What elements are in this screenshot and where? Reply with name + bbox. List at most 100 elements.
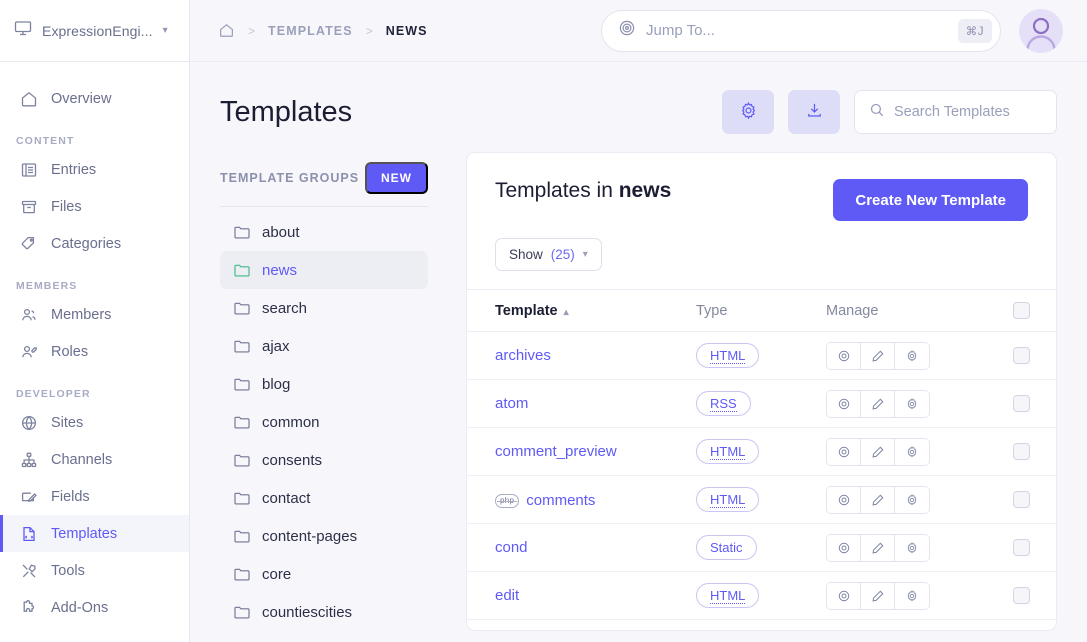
- group-item-contact[interactable]: contact: [220, 479, 428, 517]
- edit-button[interactable]: [861, 582, 895, 609]
- row-checkbox[interactable]: [1012, 491, 1030, 508]
- show-filter-dropdown[interactable]: Show (25) ▾: [495, 238, 602, 271]
- template-link[interactable]: comment_preview: [495, 443, 617, 460]
- row-checkbox[interactable]: [1012, 395, 1030, 412]
- edit-button[interactable]: [861, 534, 895, 561]
- card-title-group: news: [618, 179, 672, 202]
- group-item-consents[interactable]: consents: [220, 441, 428, 479]
- row-checkbox[interactable]: [1012, 587, 1030, 604]
- template-link[interactable]: edit: [495, 587, 519, 604]
- group-label: about: [262, 223, 300, 241]
- body-columns: TEMPLATE GROUPS NEW about news search aj…: [220, 152, 1057, 631]
- group-item-core[interactable]: core: [220, 555, 428, 593]
- type-badge[interactable]: HTML: [696, 583, 760, 608]
- settings-button[interactable]: [895, 534, 929, 561]
- jump-to-input[interactable]: Jump To... ⌘J: [601, 9, 1001, 52]
- breadcrumb: > TEMPLATES > NEWS: [218, 22, 428, 39]
- settings-button[interactable]: [895, 390, 929, 417]
- sidebar-item-tools[interactable]: Tools: [0, 552, 189, 589]
- group-item-about[interactable]: about: [220, 213, 428, 251]
- manage-actions: [826, 581, 930, 610]
- sidebar-item-entries[interactable]: Entries: [0, 151, 189, 188]
- breadcrumb-separator: >: [365, 23, 373, 38]
- card-title-prefix: Templates in: [495, 179, 619, 202]
- row-checkbox[interactable]: [1012, 539, 1030, 556]
- manage-actions: [826, 533, 930, 562]
- sidebar-item-roles[interactable]: Roles: [0, 333, 189, 370]
- templates-card: Templates in news Create New Template Sh…: [466, 152, 1057, 631]
- home-icon: [19, 89, 38, 108]
- view-button[interactable]: [827, 582, 861, 609]
- sidebar-item-fields[interactable]: Fields: [0, 478, 189, 515]
- home-icon[interactable]: [218, 22, 235, 39]
- settings-button[interactable]: [895, 438, 929, 465]
- sidebar-item-label: Tools: [51, 562, 85, 579]
- group-item-search[interactable]: search: [220, 289, 428, 327]
- view-button[interactable]: [827, 534, 861, 561]
- view-button[interactable]: [827, 486, 861, 513]
- template-link[interactable]: archives: [495, 347, 551, 364]
- settings-button[interactable]: [895, 582, 929, 609]
- template-groups-title: TEMPLATE GROUPS: [220, 171, 360, 185]
- group-item-countiescities[interactable]: countiescities: [220, 593, 428, 631]
- column-header-template[interactable]: Template ▴: [467, 289, 696, 332]
- folder-icon: [234, 605, 250, 619]
- sidebar-item-channels[interactable]: Channels: [0, 441, 189, 478]
- page-actions: Search Templates: [722, 90, 1057, 134]
- edit-button[interactable]: [861, 486, 895, 513]
- edit-button[interactable]: [861, 390, 895, 417]
- template-link[interactable]: cond: [495, 539, 528, 556]
- view-button[interactable]: [827, 438, 861, 465]
- group-item-content-pages[interactable]: content-pages: [220, 517, 428, 555]
- sidebar-item-add-ons[interactable]: Add-Ons: [0, 589, 189, 626]
- sidebar-item-categories[interactable]: Categories: [0, 225, 189, 262]
- select-all-checkbox[interactable]: [1012, 302, 1030, 319]
- sidebar-item-sites[interactable]: Sites: [0, 404, 189, 441]
- sidebar-item-files[interactable]: Files: [0, 188, 189, 225]
- avatar[interactable]: [1019, 8, 1063, 53]
- template-settings-button[interactable]: [722, 90, 774, 134]
- sidebar-item-overview[interactable]: Overview: [0, 80, 189, 117]
- template-link[interactable]: atom: [495, 395, 528, 412]
- template-link[interactable]: php comments: [495, 492, 595, 509]
- breadcrumb-item-templates[interactable]: TEMPLATES: [268, 24, 353, 38]
- type-badge[interactable]: Static: [696, 535, 757, 560]
- settings-button[interactable]: [895, 342, 929, 369]
- sidebar-item-templates[interactable]: Templates: [0, 515, 189, 552]
- sidebar-item-label: Overview: [51, 90, 112, 107]
- column-header-type[interactable]: Type: [696, 289, 826, 332]
- folder-icon: [234, 263, 250, 277]
- view-button[interactable]: [827, 390, 861, 417]
- type-badge[interactable]: HTML: [696, 487, 760, 512]
- type-badge[interactable]: HTML: [696, 439, 760, 464]
- search-icon: [869, 102, 885, 123]
- edit-button[interactable]: [861, 438, 895, 465]
- group-label: common: [262, 413, 320, 431]
- settings-button[interactable]: [895, 486, 929, 513]
- type-badge[interactable]: RSS: [696, 391, 751, 416]
- search-templates-input[interactable]: Search Templates: [854, 90, 1057, 134]
- row-checkbox[interactable]: [1012, 443, 1030, 460]
- group-item-ajax[interactable]: ajax: [220, 327, 428, 365]
- group-item-common[interactable]: common: [220, 403, 428, 441]
- row-checkbox[interactable]: [1012, 347, 1030, 364]
- export-templates-button[interactable]: [788, 90, 840, 134]
- sidebar-item-members[interactable]: Members: [0, 296, 189, 333]
- app-root: ExpressionEngi... ▾ Overview CONTENT Ent…: [0, 0, 1087, 642]
- group-item-blog[interactable]: blog: [220, 365, 428, 403]
- sitemap-icon: [19, 450, 38, 469]
- members-icon: [19, 305, 38, 324]
- column-header-select-all: [986, 289, 1056, 332]
- folder-icon: [234, 491, 250, 505]
- group-item-news[interactable]: news: [220, 251, 428, 289]
- jump-to-shortcut: ⌘J: [957, 18, 992, 43]
- files-icon: [19, 197, 38, 216]
- site-switcher[interactable]: ExpressionEngi... ▾: [0, 0, 189, 62]
- group-label: search: [262, 299, 308, 317]
- type-badge[interactable]: HTML: [696, 343, 760, 368]
- edit-button[interactable]: [861, 342, 895, 369]
- page-header: Templates Search Templates: [220, 62, 1057, 152]
- create-new-template-button[interactable]: Create New Template: [833, 179, 1028, 221]
- view-button[interactable]: [827, 342, 861, 369]
- new-group-button[interactable]: NEW: [365, 162, 428, 194]
